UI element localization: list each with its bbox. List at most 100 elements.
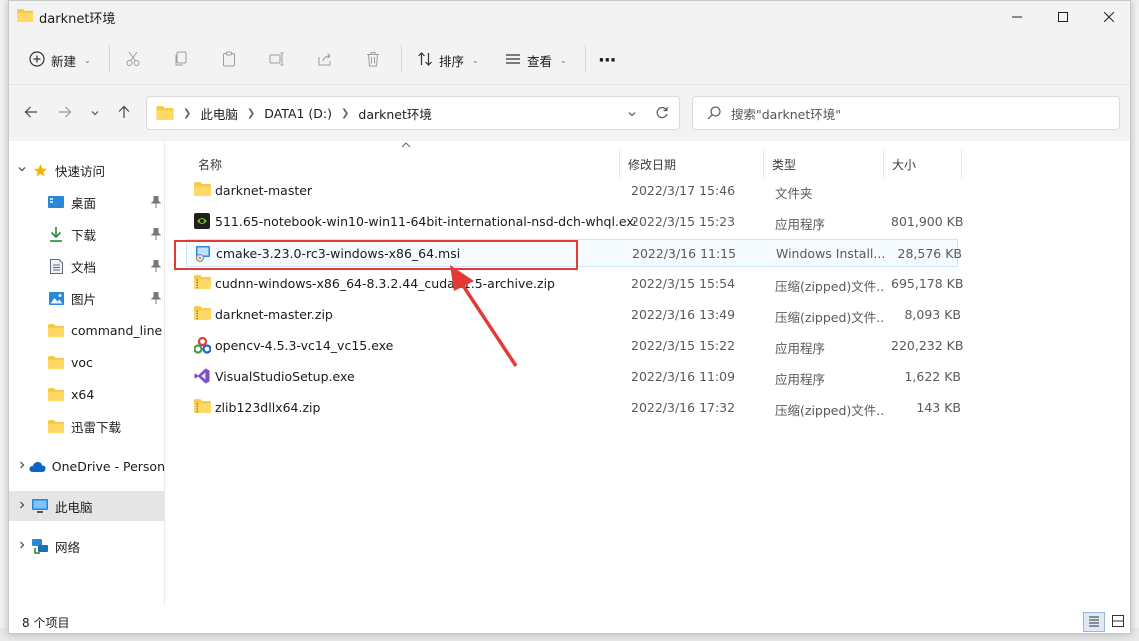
- breadcrumb-current-folder[interactable]: darknet环境: [358, 104, 432, 123]
- new-button[interactable]: 新建 ⌄: [29, 46, 91, 74]
- folder-icon: [194, 182, 212, 200]
- sidebar-item-label: 迅雷下载: [71, 419, 122, 435]
- file-size: 695,178 KB: [891, 276, 964, 291]
- sidebar-item-quick-access[interactable]: 快速访问: [9, 155, 165, 185]
- file-row[interactable]: darknet-master.zip 2022/3/16 13:49 压缩(zi…: [186, 301, 961, 329]
- pin-icon[interactable]: [150, 291, 162, 307]
- address-bar[interactable]: ❯ 此电脑 ❯ DATA1 (D:) ❯ darknet环境: [146, 96, 680, 130]
- column-header-type[interactable]: 类型: [764, 149, 884, 179]
- sidebar-item-xunlei-downloads[interactable]: 迅雷下载: [9, 411, 165, 441]
- cut-button[interactable]: [125, 46, 141, 74]
- column-header-name[interactable]: 名称: [190, 149, 620, 179]
- sidebar-item-x64[interactable]: x64: [9, 379, 165, 409]
- details-view-icon: [1088, 615, 1100, 630]
- divider: [401, 45, 402, 73]
- sidebar-item-this-pc[interactable]: 此电脑: [9, 491, 165, 521]
- chevron-down-icon: ⌄: [472, 55, 479, 65]
- sidebar-item-label: x64: [71, 386, 95, 402]
- trash-icon: [365, 51, 381, 70]
- navigation-bar: ❯ 此电脑 ❯ DATA1 (D:) ❯ darknet环境 搜索"darkne…: [9, 85, 1130, 141]
- paste-button[interactable]: [221, 46, 237, 74]
- file-row[interactable]: 511.65-notebook-win10-win11-64bit-intern…: [186, 208, 964, 236]
- refresh-icon[interactable]: [655, 106, 669, 123]
- file-type: 应用程序: [775, 217, 826, 232]
- rename-button[interactable]: [269, 46, 285, 74]
- pin-icon[interactable]: [150, 195, 162, 211]
- sort-button[interactable]: 排序 ⌄: [417, 46, 479, 74]
- sidebar-item-onedrive[interactable]: OneDrive - Person: [9, 451, 165, 481]
- file-date: 2022/3/16 17:32: [631, 400, 736, 415]
- file-row[interactable]: zlib123dllx64.zip 2022/3/16 17:32 压缩(zip…: [186, 394, 961, 422]
- tiles-view-icon: [1112, 614, 1124, 630]
- file-name: opencv-4.5.3-vc14_vc15.exe: [215, 338, 394, 353]
- details-view-button[interactable]: [1083, 612, 1105, 632]
- breadcrumb-this-pc[interactable]: 此电脑: [200, 104, 238, 123]
- file-size: 143 KB: [916, 400, 961, 415]
- recent-locations-button[interactable]: [83, 99, 107, 127]
- search-input[interactable]: 搜索"darknet环境": [731, 104, 841, 123]
- arrow-left-icon: [24, 105, 38, 122]
- chevron-right-icon[interactable]: [17, 500, 31, 513]
- back-button[interactable]: [19, 99, 43, 127]
- breadcrumb-drive[interactable]: DATA1 (D:): [264, 106, 332, 121]
- sidebar-item-label: 图片: [71, 291, 97, 307]
- arrow-up-icon: [117, 105, 131, 122]
- view-button[interactable]: 查看 ⌄: [505, 46, 567, 74]
- clipboard-icon: [221, 51, 237, 70]
- folder-icon: [47, 322, 65, 338]
- pin-icon[interactable]: [150, 259, 162, 275]
- folder-icon: [47, 418, 65, 434]
- chevron-right-icon[interactable]: [17, 460, 29, 473]
- delete-button[interactable]: [365, 46, 381, 74]
- star-icon: [31, 162, 49, 178]
- sidebar-item-documents[interactable]: 文档: [9, 251, 165, 281]
- file-size: 801,900 KB: [891, 214, 964, 229]
- scissors-icon: [125, 51, 141, 70]
- copy-button[interactable]: [173, 46, 189, 74]
- file-date: 2022/3/17 15:46: [631, 183, 736, 198]
- share-button[interactable]: [317, 46, 333, 74]
- chevron-down-icon[interactable]: [17, 164, 31, 177]
- chevron-right-icon: ❯: [341, 107, 350, 119]
- file-row[interactable]: VisualStudioSetup.exe 2022/3/16 11:09 应用…: [186, 363, 961, 391]
- chevron-right-icon[interactable]: [17, 540, 31, 553]
- divider: [109, 45, 110, 73]
- more-options-button[interactable]: ···: [598, 46, 616, 74]
- file-date: 2022/3/16 13:49: [631, 307, 736, 322]
- up-button[interactable]: [112, 99, 136, 127]
- file-type: 压缩(zipped)文件...: [775, 279, 885, 294]
- maximize-button[interactable]: [1040, 1, 1086, 33]
- sidebar-item-desktop[interactable]: 桌面: [9, 187, 165, 217]
- view-button-label: 查看: [527, 53, 553, 69]
- arrow-right-icon: [58, 105, 72, 122]
- pin-icon[interactable]: [150, 227, 162, 243]
- close-button[interactable]: [1086, 1, 1130, 33]
- file-row[interactable]: cudnn-windows-x86_64-8.3.2.44_cuda11.5-a…: [186, 270, 964, 298]
- file-row[interactable]: darknet-master 2022/3/17 15:46 文件夹: [186, 177, 958, 205]
- file-row[interactable]: opencv-4.5.3-vc14_vc15.exe 2022/3/15 15:…: [186, 332, 963, 360]
- sidebar-item-downloads[interactable]: 下载: [9, 219, 165, 249]
- sidebar-item-pictures[interactable]: 图片: [9, 283, 165, 313]
- file-date: 2022/3/15 15:22: [631, 338, 736, 353]
- tiles-view-button[interactable]: [1107, 612, 1129, 632]
- sort-button-label: 排序: [439, 53, 465, 69]
- search-box[interactable]: 搜索"darknet环境": [692, 96, 1120, 130]
- sidebar-item-voc[interactable]: voc: [9, 347, 165, 377]
- address-history-dropdown[interactable]: [627, 107, 637, 122]
- sidebar-item-network[interactable]: 网络: [9, 531, 165, 561]
- file-name: darknet-master: [215, 183, 313, 198]
- sidebar-item-command-line[interactable]: command_line: [9, 315, 165, 345]
- minimize-button[interactable]: [994, 1, 1040, 33]
- chevron-right-icon: ❯: [183, 107, 192, 119]
- status-bar: 8 个项目: [9, 605, 1130, 633]
- column-header-date[interactable]: 修改日期: [620, 149, 764, 179]
- column-header-size[interactable]: 大小: [884, 149, 962, 179]
- share-icon: [317, 51, 333, 70]
- file-date: 2022/3/16 11:15: [632, 246, 737, 261]
- file-list: 名称 修改日期 类型 大小 darknet-master 2022/3/17 1…: [166, 141, 1130, 605]
- forward-button[interactable]: [53, 99, 77, 127]
- folder-icon: [17, 9, 33, 22]
- file-type: 压缩(zipped)文件...: [775, 403, 885, 418]
- chevron-right-icon: ❯: [246, 107, 256, 119]
- sidebar-item-label: 网络: [55, 539, 81, 555]
